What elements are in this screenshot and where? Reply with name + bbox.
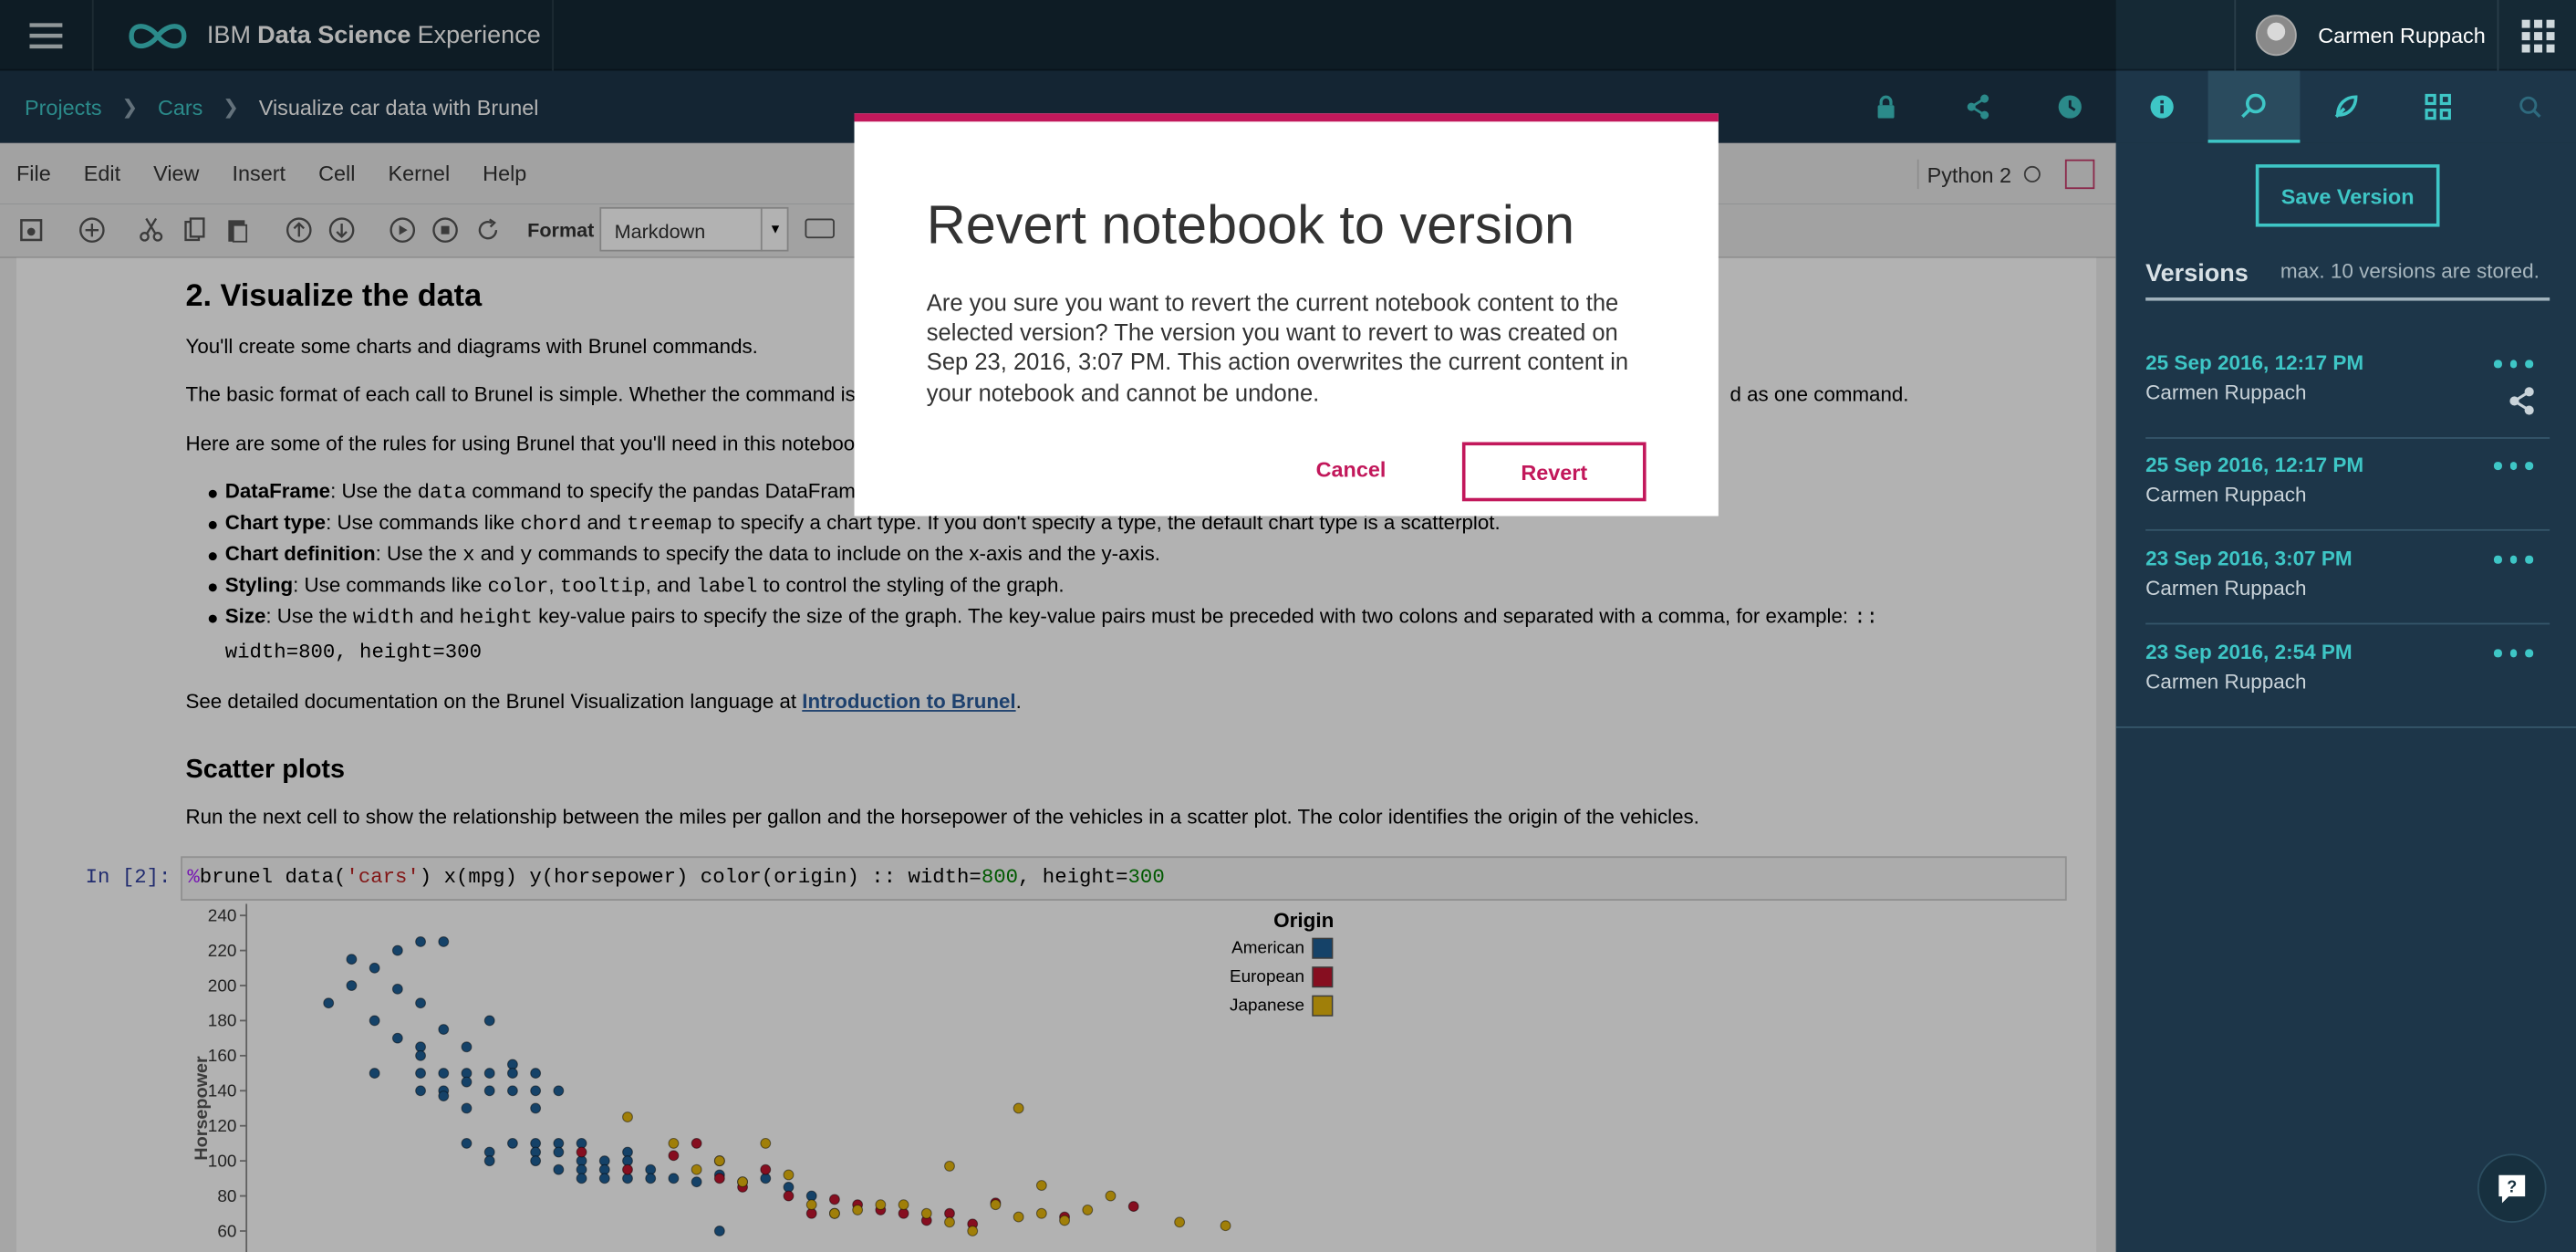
dialog-title: Revert notebook to version [926, 193, 1575, 256]
divider [2145, 437, 2550, 439]
avatar[interactable] [2255, 15, 2297, 57]
help-chat-button[interactable]: ? [2477, 1153, 2547, 1223]
versions-title: Versions [2145, 259, 2249, 288]
versions-panel [2115, 142, 2576, 1252]
dialog-message: Are you sure you want to revert the curr… [926, 290, 1629, 407]
save-version-button[interactable]: Save Version [2255, 164, 2440, 227]
versions-icon[interactable] [2207, 70, 2301, 143]
app-switcher-grid-icon[interactable] [2497, 0, 2576, 71]
version-date: 23 Sep 2016, 3:07 PM [2145, 547, 2353, 570]
more-options-icon[interactable] [2493, 649, 2533, 657]
versions-note: max. 10 versions are stored. [2280, 259, 2540, 283]
info-icon[interactable] [2116, 70, 2208, 142]
share-icon[interactable] [2507, 386, 2536, 423]
more-options-icon[interactable] [2493, 462, 2533, 470]
help-icon: ? [2498, 1174, 2526, 1204]
divider [2115, 726, 2576, 728]
revert-dialog: Revert notebook to version Are you sure … [854, 113, 1719, 516]
divider [2145, 528, 2550, 531]
version-user: Carmen Ruppach [2145, 483, 2307, 506]
user-name: Carmen Ruppach [2318, 23, 2486, 48]
version-user: Carmen Ruppach [2145, 381, 2307, 405]
find-resources-icon[interactable] [2300, 70, 2392, 142]
version-date: 23 Sep 2016, 2:54 PM [2145, 641, 2353, 664]
version-date: 25 Sep 2016, 12:17 PM [2145, 351, 2364, 375]
version-user: Carmen Ruppach [2145, 670, 2307, 694]
user-menu[interactable]: Carmen Ruppach [2234, 0, 2497, 71]
revert-button[interactable]: Revert [1461, 442, 1646, 502]
svg-text:?: ? [2507, 1178, 2517, 1196]
version-item[interactable]: 25 Sep 2016, 12:17 PM Carmen Ruppach [2145, 351, 2550, 404]
more-options-icon[interactable] [2493, 555, 2533, 563]
version-user: Carmen Ruppach [2145, 577, 2307, 600]
version-date: 25 Sep 2016, 12:17 PM [2145, 454, 2364, 477]
version-item[interactable]: 25 Sep 2016, 12:17 PM Carmen Ruppach [2145, 454, 2550, 506]
version-item[interactable]: 23 Sep 2016, 3:07 PM Carmen Ruppach [2145, 548, 2550, 600]
more-options-icon[interactable] [2493, 360, 2533, 368]
search-icon[interactable] [2484, 70, 2576, 142]
divider [2145, 622, 2550, 625]
cancel-button[interactable]: Cancel [1316, 457, 1387, 482]
divider [2145, 297, 2550, 301]
data-assets-icon[interactable] [2392, 70, 2484, 142]
version-item[interactable]: 23 Sep 2016, 2:54 PM Carmen Ruppach [2145, 641, 2550, 694]
